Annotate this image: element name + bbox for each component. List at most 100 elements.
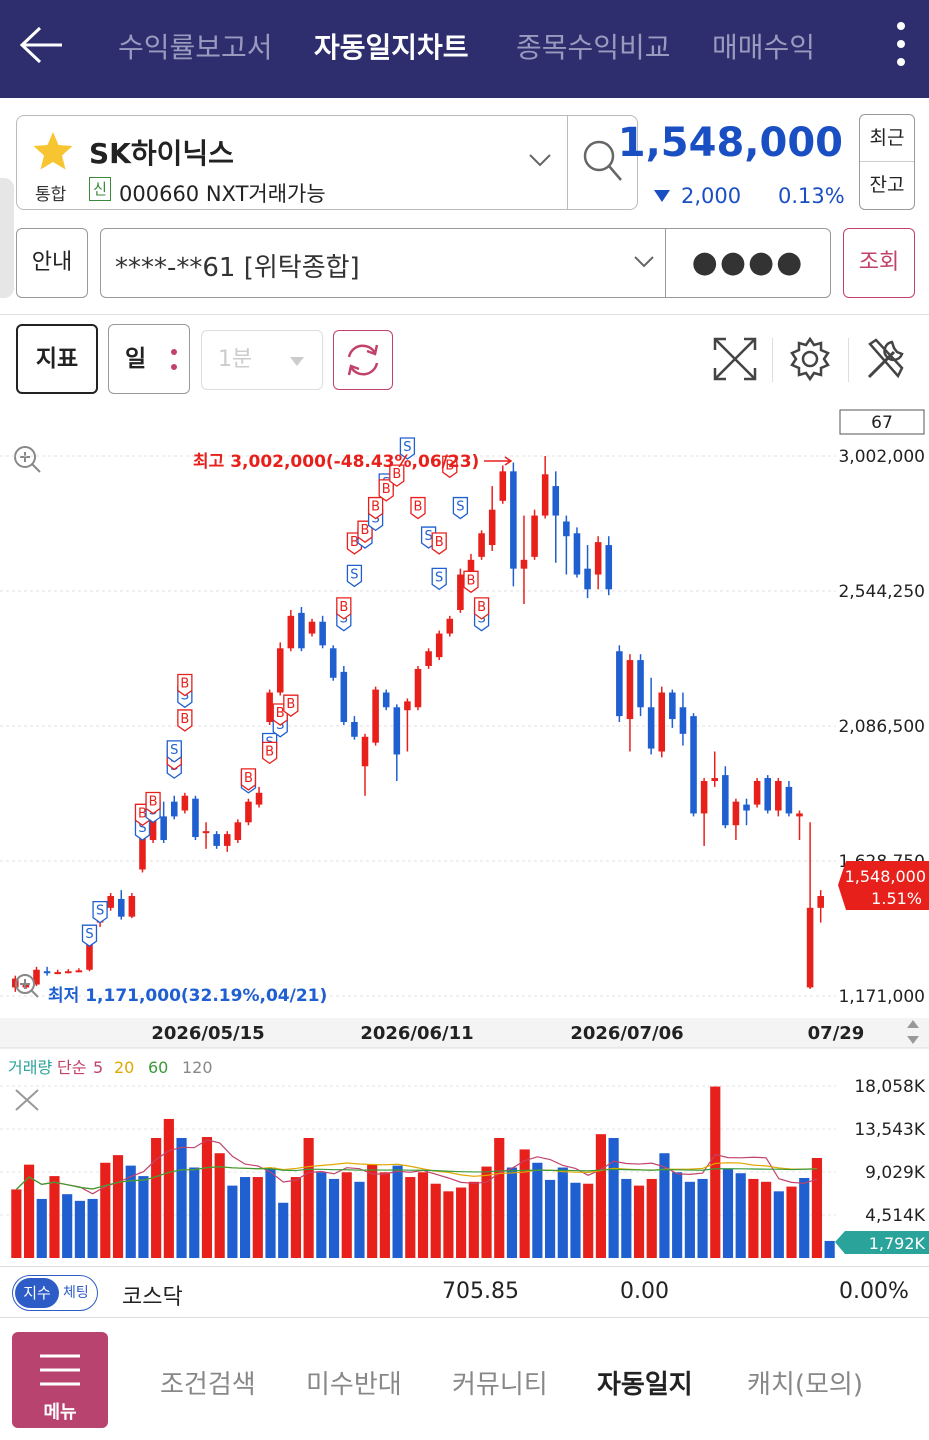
candle-body <box>722 775 729 826</box>
date-tick-label: 2026/07/06 <box>570 1023 683 1044</box>
volume-bar <box>710 1086 721 1258</box>
index-chat-toggle[interactable]: 지수 체팅 <box>12 1275 98 1311</box>
volume-bar <box>557 1167 568 1258</box>
volume-bar <box>87 1198 98 1258</box>
volume-bar <box>405 1177 416 1258</box>
stock-selector[interactable]: SK하이닉스 통합 신 000660 NXT거래가능 <box>16 115 638 210</box>
back-arrow-icon[interactable] <box>16 20 66 70</box>
current-price-tag-value: 1,548,000 <box>845 867 926 886</box>
toggle-chat[interactable]: 체팅 <box>63 1278 89 1308</box>
candle-body <box>329 648 337 678</box>
trade-signal-label: S <box>456 500 464 515</box>
fullscreen-icon[interactable] <box>712 336 758 382</box>
hamburger-icon <box>40 1354 80 1386</box>
nav-condition-search[interactable]: 조건검색 <box>160 1364 256 1401</box>
volume-bar <box>748 1178 759 1258</box>
volume-bar <box>608 1137 619 1258</box>
nav-auto-journal[interactable]: 자동일지 <box>597 1364 693 1401</box>
candle-body <box>75 970 83 973</box>
down-triangle-icon <box>654 190 670 202</box>
tools-icon[interactable] <box>864 336 908 382</box>
candle-body <box>531 515 538 557</box>
volume-bar <box>265 1167 276 1258</box>
indicator-button[interactable]: 지표 <box>16 324 98 394</box>
candle-body <box>372 689 379 743</box>
trade-signal-label: S <box>435 570 443 585</box>
nav-community[interactable]: 커뮤니티 <box>452 1364 548 1401</box>
chart-area[interactable]: 67 SSSBSBSBSBSBSBSBSBBSBSBSBSBSBBSBSSBBS… <box>0 406 929 1266</box>
candle-body <box>806 907 814 988</box>
candle-body <box>170 801 178 817</box>
candle-body <box>361 736 369 767</box>
trade-signal-label: S <box>170 743 178 758</box>
volume-bar <box>595 1134 606 1258</box>
index-value: 705.85 <box>442 1279 519 1304</box>
volume-bar <box>494 1137 505 1258</box>
volume-bar <box>735 1173 746 1258</box>
side-drawer-handle[interactable] <box>0 178 14 298</box>
tab-stock-return-compare[interactable]: 종목수익비교 <box>516 26 671 66</box>
candle-body <box>764 778 771 811</box>
price-tick-label: 1,171,000 <box>838 987 925 1007</box>
volume-bar <box>544 1179 556 1258</box>
nav-catch-mock[interactable]: 캐치(모의) <box>747 1364 863 1401</box>
candle-body <box>796 813 803 817</box>
market-index-bar: 지수 체팅 코스닥 705.85 0.00 0.00% <box>0 1266 929 1318</box>
toggle-index[interactable]: 지수 <box>15 1278 59 1308</box>
volume-bar <box>316 1172 327 1258</box>
candle-body <box>181 795 189 811</box>
volume-bar <box>430 1183 441 1258</box>
price-tick-label: 2,544,250 <box>838 582 925 602</box>
more-vertical-icon[interactable] <box>891 20 911 68</box>
current-price-tag-pct: 1.51% <box>871 889 922 908</box>
nav-unpaid-opposite[interactable]: 미수반대 <box>306 1364 402 1401</box>
balance-label[interactable]: 잔고 <box>860 162 914 209</box>
candle-body <box>785 786 793 814</box>
volume-bar <box>532 1162 543 1258</box>
date-tick-label: 2026/06/11 <box>360 1023 473 1044</box>
period-button[interactable]: 일 <box>108 324 190 394</box>
recent-label[interactable]: 최근 <box>860 115 914 162</box>
menu-button[interactable]: 메뉴 <box>12 1332 108 1428</box>
gear-icon[interactable] <box>788 336 832 382</box>
divider <box>772 338 773 382</box>
volume-bar <box>227 1185 238 1258</box>
favorite-star-icon[interactable] <box>31 130 75 172</box>
volume-bar <box>328 1178 340 1258</box>
candle-body <box>139 837 146 870</box>
volume-bar <box>303 1137 314 1258</box>
guide-button[interactable]: 안내 <box>16 228 88 298</box>
tab-auto-journal-chart[interactable]: 자동일지차트 <box>314 26 469 66</box>
volume-tick-label: 4,514K <box>865 1206 926 1226</box>
volume-bar <box>417 1172 429 1258</box>
price-change: 2,000 <box>681 184 742 208</box>
password-field[interactable]: ●●●● <box>665 228 831 298</box>
volume-legend-item: 거래량 <box>8 1058 52 1077</box>
query-button[interactable]: 조회 <box>843 228 915 298</box>
candle-body <box>753 781 761 805</box>
volume-bar <box>443 1191 454 1258</box>
tab-trade-return[interactable]: 매매수익 <box>712 26 815 66</box>
volume-bar <box>100 1162 111 1258</box>
volume-bar <box>201 1137 213 1258</box>
dropdown-triangle-icon <box>290 357 304 366</box>
volume-bar <box>506 1167 518 1258</box>
volume-bar <box>354 1181 365 1258</box>
minute-select[interactable]: 1분 <box>201 330 323 390</box>
candle-body <box>266 692 273 723</box>
price-change-pct: 0.13% <box>778 184 845 208</box>
account-selector[interactable]: ****-**61 [위탁종합] <box>100 228 666 298</box>
volume-bar <box>392 1165 403 1258</box>
chevron-down-icon[interactable] <box>527 152 553 168</box>
refresh-button[interactable] <box>333 330 393 390</box>
chevron-down-icon[interactable] <box>633 255 655 269</box>
candle-body <box>520 559 528 569</box>
chart-canvas[interactable]: 67 SSSBSBSBSBSBSBSBSBBSBSBSBSBSBBSBSSBBS… <box>0 406 929 1266</box>
volume-bar <box>240 1177 251 1258</box>
tab-return-report[interactable]: 수익률보고서 <box>118 26 273 66</box>
recent-balance-button[interactable]: 최근 잔고 <box>859 114 915 210</box>
volume-bar <box>799 1177 810 1258</box>
volume-bar <box>36 1198 47 1258</box>
volume-bar <box>519 1149 530 1258</box>
candle-body <box>298 612 305 649</box>
